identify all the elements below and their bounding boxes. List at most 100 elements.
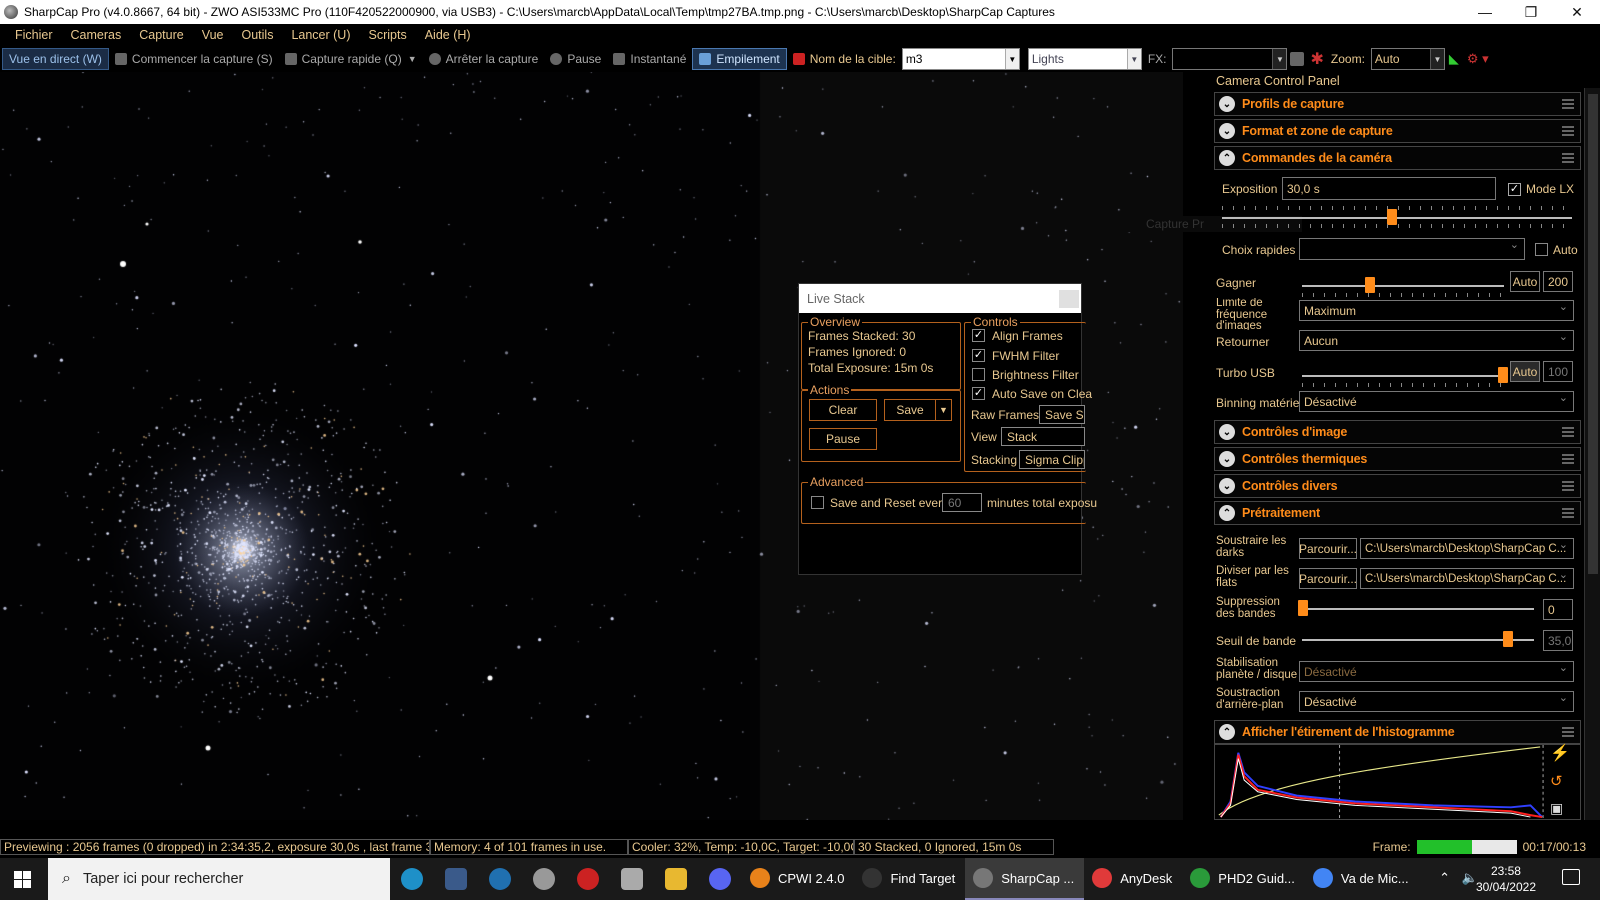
fwhm-filter-checkbox[interactable]: ✓ — [972, 349, 985, 362]
background-subtraction-select[interactable]: Désactivé — [1299, 691, 1574, 712]
taskbar-app-find-target[interactable]: Find Target — [854, 858, 965, 900]
ccleaner-icon[interactable] — [478, 858, 522, 900]
quick-choice-auto-checkbox[interactable] — [1535, 243, 1548, 256]
darks-path-select[interactable]: C:\Users\marcb\Desktop\SharpCap C... — [1360, 538, 1574, 559]
fx-select[interactable]: ▼ — [1172, 48, 1288, 70]
menu-aide[interactable]: Aide (H) — [416, 28, 480, 42]
exposure-slider-handle[interactable] — [1387, 209, 1397, 225]
raw-frames-select[interactable]: Save St — [1039, 405, 1085, 424]
gain-slider-track[interactable] — [1302, 285, 1504, 287]
taskbar-app-phd2[interactable]: PHD2 Guid... — [1182, 858, 1305, 900]
taskbar-app-anydesk[interactable]: AnyDesk — [1084, 858, 1182, 900]
section-thermal-controls[interactable]: ⌄ Contrôles thermiques — [1214, 447, 1581, 471]
chevron-down-icon[interactable]: ▼ — [408, 54, 417, 64]
live-view-button[interactable]: Vue en direct (W) — [2, 48, 109, 70]
banding-slider-track[interactable] — [1302, 608, 1534, 610]
snapshot-button[interactable]: Instantané — [607, 48, 692, 70]
band-threshold-value-input[interactable]: 35,0 — [1543, 630, 1573, 651]
flats-browse-button[interactable]: Parcourir... — [1299, 568, 1357, 589]
section-capture-profiles[interactable]: ⌄ Profils de capture — [1214, 92, 1581, 116]
band-threshold-slider-track[interactable] — [1302, 639, 1534, 641]
pause-stack-button[interactable]: Pause — [809, 428, 877, 450]
hamburger-icon[interactable] — [1562, 427, 1574, 437]
scrollbar-thumb[interactable] — [1588, 94, 1598, 574]
menu-fichier[interactable]: Fichier — [6, 28, 62, 42]
section-capture-format[interactable]: ⌄ Format et zone de capture — [1214, 119, 1581, 143]
save-disk-icon[interactable]: ▣ — [1550, 801, 1563, 815]
quick-capture-button[interactable]: Capture rapide (Q) ▼ — [279, 48, 423, 70]
restore-button[interactable]: ❐ — [1508, 0, 1554, 24]
band-threshold-slider-handle[interactable] — [1503, 631, 1513, 647]
menu-outils[interactable]: Outils — [233, 28, 283, 42]
frame-rate-select[interactable]: Maximum — [1299, 300, 1574, 321]
menu-capture[interactable]: Capture — [130, 28, 192, 42]
histogram-plot[interactable] — [1214, 744, 1581, 820]
turbo-slider-track[interactable] — [1302, 375, 1504, 377]
histogram-tool-icon[interactable]: ◣ — [1445, 48, 1463, 70]
hamburger-icon[interactable] — [1562, 99, 1574, 109]
auto-save-checkbox[interactable]: ✓ — [972, 387, 985, 400]
stacking-button[interactable]: Empilement — [692, 48, 787, 70]
flats-path-select[interactable]: C:\Users\marcb\Desktop\SharpCap C... — [1360, 568, 1574, 589]
hamburger-icon[interactable] — [1562, 126, 1574, 136]
view-select[interactable]: Stack — [1001, 427, 1085, 446]
clear-button[interactable]: Clear — [809, 399, 877, 421]
notification-icon[interactable] — [1562, 869, 1580, 885]
hamburger-icon[interactable] — [1562, 508, 1574, 518]
reset-icon[interactable]: ↺ — [1550, 774, 1563, 789]
save-reset-minutes-stepper[interactable]: 60 — [942, 493, 982, 512]
save-button[interactable]: Save — [884, 399, 936, 421]
close-icon[interactable] — [1059, 290, 1079, 308]
align-frames-checkbox[interactable]: ✓ — [972, 329, 985, 342]
file-explorer-icon[interactable] — [654, 858, 698, 900]
section-histogram-stretch[interactable]: ⌃ Afficher l'étirement de l'histogramme — [1214, 720, 1581, 744]
red-app-icon[interactable] — [566, 858, 610, 900]
taskbar-clock[interactable]: 23:58 30/04/2022 — [1476, 858, 1536, 900]
star-app-icon[interactable] — [610, 858, 654, 900]
crosshair-icon[interactable]: ✱ — [1307, 48, 1326, 70]
chevron-down-icon[interactable]: ▼ — [1272, 49, 1287, 69]
taskbar-search-box[interactable]: ⌕ Taper ici pour rechercher — [48, 858, 390, 900]
banding-value-input[interactable]: 0 — [1543, 599, 1573, 620]
section-misc-controls[interactable]: ⌄ Contrôles divers — [1214, 474, 1581, 498]
stacking-mode-select[interactable]: Sigma Clipp — [1019, 450, 1085, 469]
banding-slider-handle[interactable] — [1298, 600, 1308, 616]
target-name-input[interactable]: m3 ▼ — [901, 48, 1020, 70]
stellarium-icon[interactable] — [434, 858, 478, 900]
chevron-down-icon[interactable]: ▼ — [1126, 49, 1141, 69]
reticle-button[interactable] — [1287, 48, 1307, 70]
start-capture-button[interactable]: Commencer la capture (S) — [109, 48, 279, 70]
binning-select[interactable]: Désactivé — [1299, 391, 1574, 412]
taskbar-app-sharpcap[interactable]: SharpCap ... — [965, 858, 1085, 900]
save-reset-checkbox[interactable] — [811, 496, 824, 509]
exposure-input[interactable]: 30,0 s — [1282, 177, 1496, 200]
darks-browse-button[interactable]: Parcourir... — [1299, 538, 1357, 559]
section-image-controls[interactable]: ⌄ Contrôles d'image — [1214, 420, 1581, 444]
brightness-filter-checkbox[interactable] — [972, 368, 985, 381]
turbo-auto-button[interactable]: Auto — [1510, 361, 1540, 382]
minimize-button[interactable]: — — [1462, 0, 1508, 24]
tray-chevron-up-icon[interactable]: ⌃ — [1439, 870, 1450, 886]
hamburger-icon[interactable] — [1562, 454, 1574, 464]
section-preprocessing[interactable]: ⌃ Prétraitement — [1214, 501, 1581, 525]
turbo-slider-handle[interactable] — [1498, 367, 1508, 383]
taskbar-app-cpwi[interactable]: CPWI 2.4.0 — [742, 858, 854, 900]
menu-scripts[interactable]: Scripts — [360, 28, 416, 42]
hamburger-icon[interactable] — [1562, 727, 1574, 737]
gain-value-input[interactable]: 200 — [1543, 271, 1573, 292]
hamburger-icon[interactable] — [1562, 153, 1574, 163]
edge-icon[interactable] — [390, 858, 434, 900]
hamburger-icon[interactable] — [1562, 481, 1574, 491]
lightning-icon[interactable]: ⚡ — [1550, 746, 1570, 762]
pause-button[interactable]: Pause — [544, 48, 607, 70]
menu-lancer[interactable]: Lancer (U) — [282, 28, 359, 42]
zoom-select[interactable]: Auto ▼ — [1370, 48, 1445, 70]
taskbar-app-chrome[interactable]: Va de Mic... — [1305, 858, 1419, 900]
satellite-icon[interactable] — [522, 858, 566, 900]
turbo-value-input[interactable]: 100 — [1543, 361, 1573, 382]
menu-vue[interactable]: Vue — [193, 28, 233, 42]
settings-gear-icon[interactable]: ⚙ ▾ — [1463, 48, 1493, 70]
gain-slider-handle[interactable] — [1365, 277, 1375, 293]
gain-auto-button[interactable]: Auto — [1510, 271, 1540, 292]
quick-choice-select[interactable] — [1299, 238, 1525, 260]
